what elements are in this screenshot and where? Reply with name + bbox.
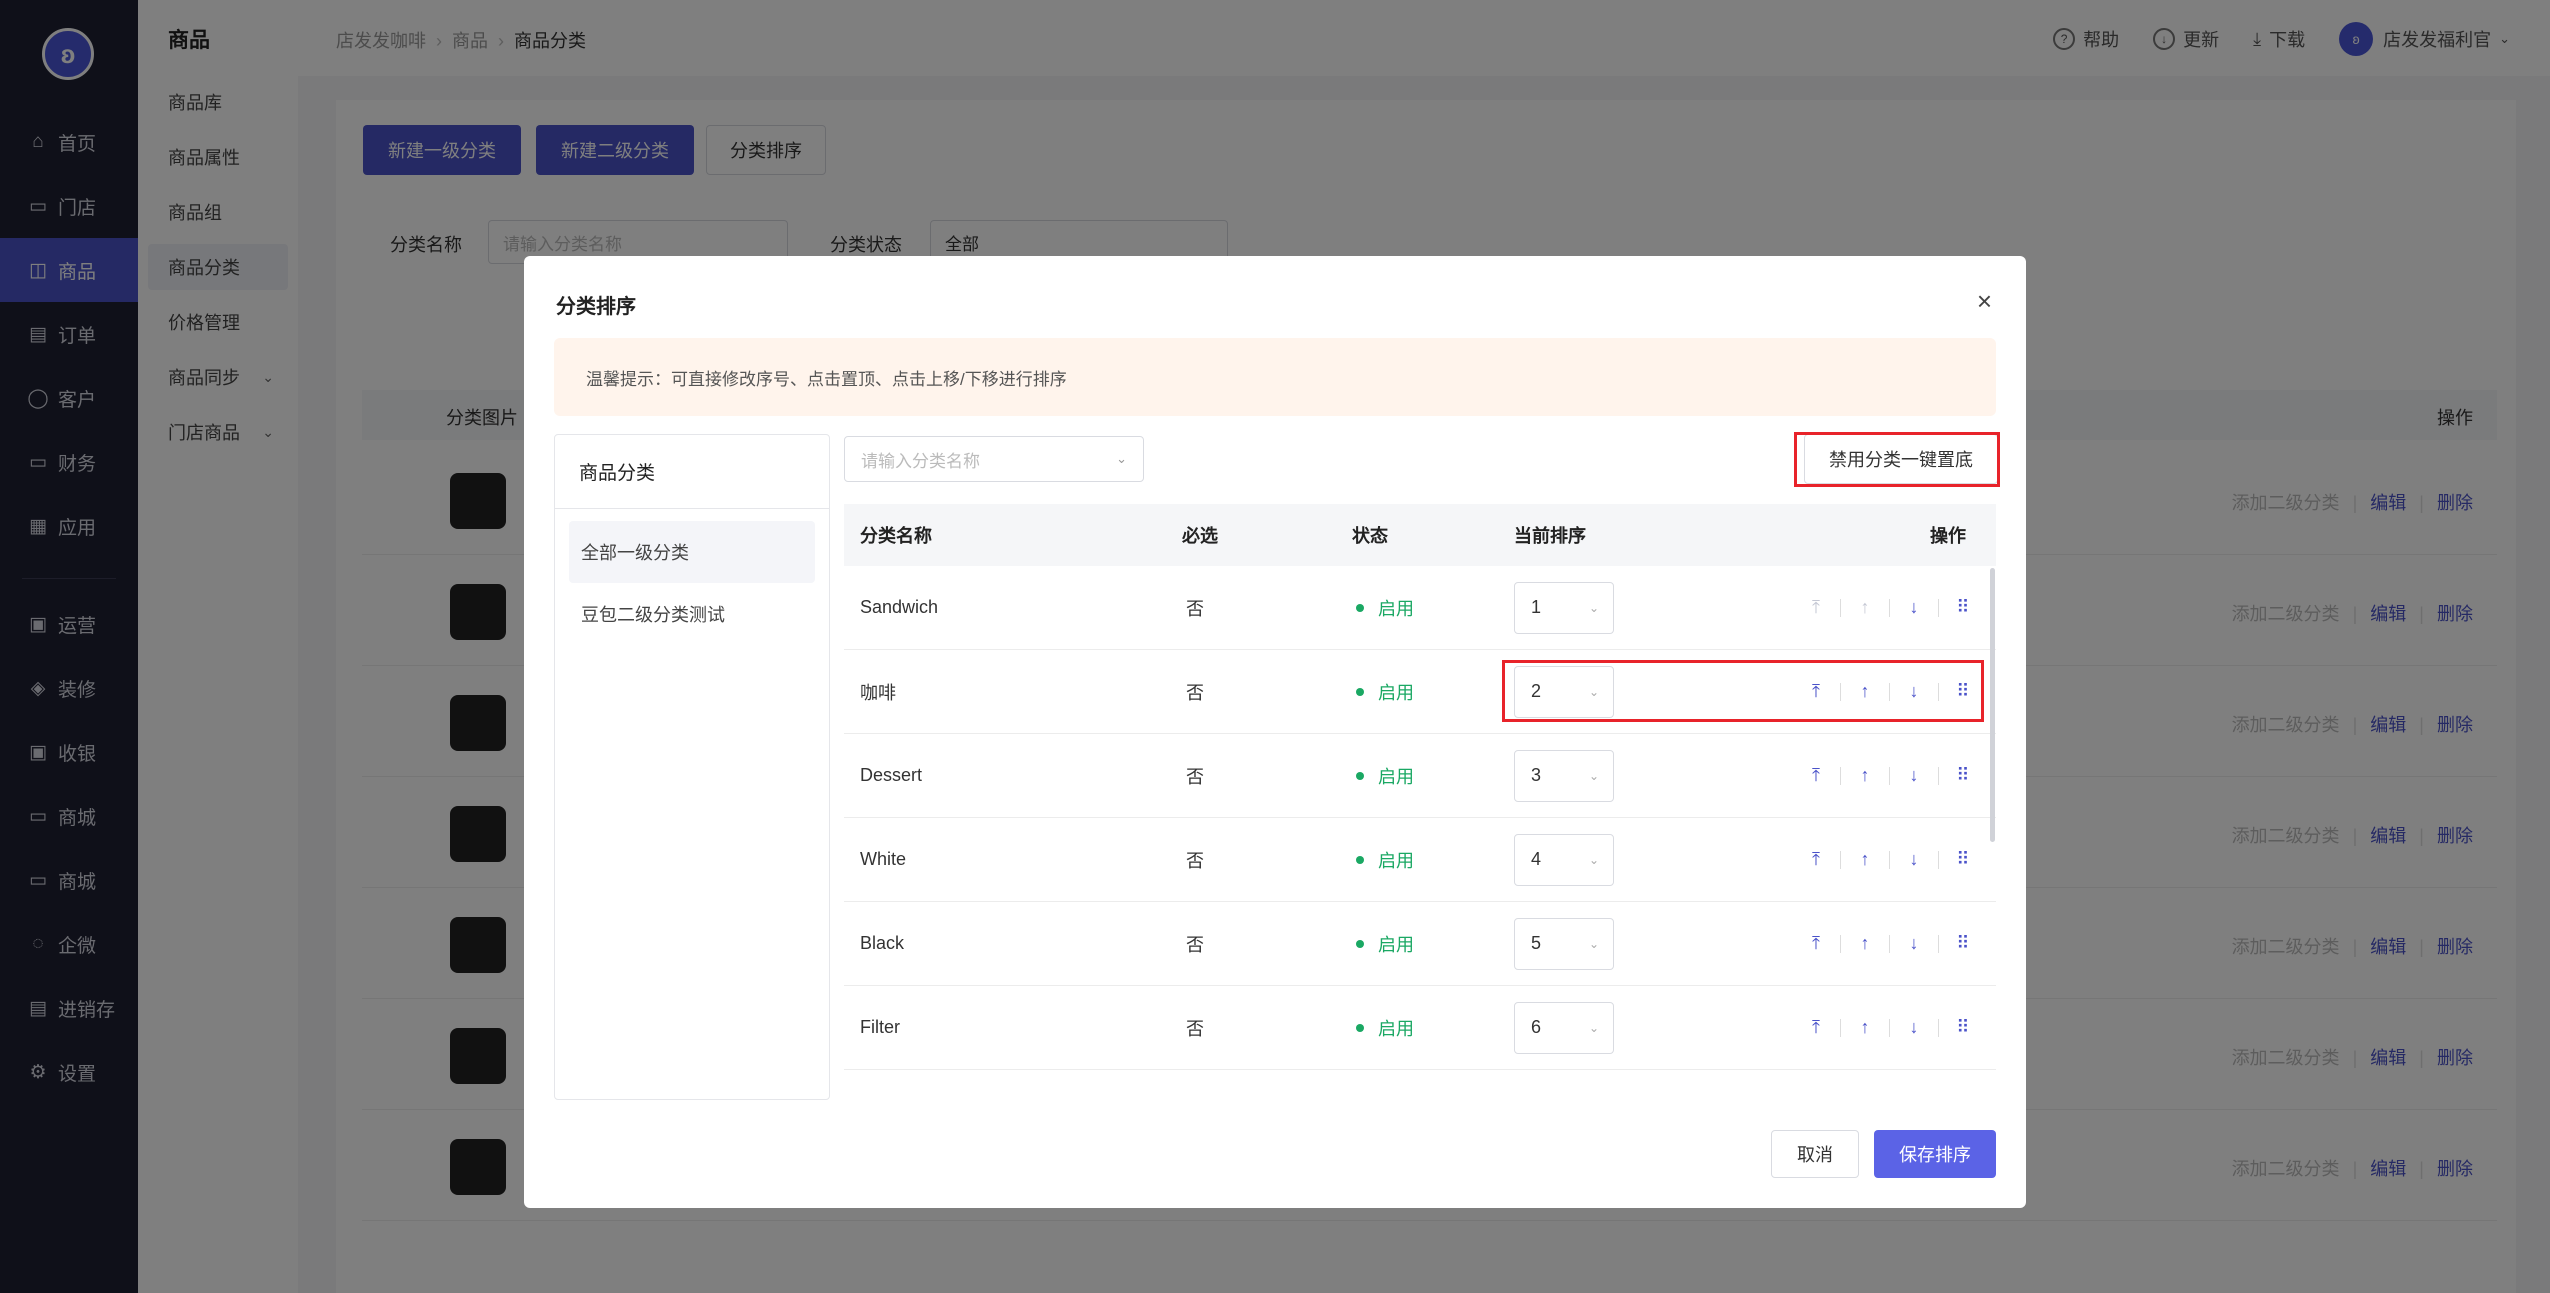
table-row — [844, 1070, 1996, 1098]
col-status: 状态 — [1352, 526, 1388, 546]
category-search-select[interactable]: 请输入分类名称 ⌄ — [844, 436, 1144, 482]
category-item-level2-test[interactable]: 豆包二级分类测试 — [569, 583, 815, 645]
sort-table-header: 分类名称 必选 状态 当前排序 操作 — [844, 504, 1996, 566]
status-badge: 启用 — [1356, 986, 1414, 1069]
drag-handle-icon[interactable]: ⠿ — [1952, 933, 1974, 955]
status-badge: 启用 — [1356, 650, 1414, 733]
row-required: 否 — [1186, 850, 1204, 871]
row-required: 否 — [1186, 682, 1204, 703]
col-name: 分类名称 — [860, 526, 932, 546]
col-order: 当前排序 — [1514, 526, 1586, 546]
sort-modal: 分类排序 × 温馨提示：可直接修改序号、点击置顶、点击上移/下移进行排序 商品分… — [524, 256, 2026, 1208]
arrow-down-icon[interactable]: ↓ — [1903, 765, 1925, 787]
row-name: Sandwich — [860, 597, 939, 617]
arrow-up-icon[interactable]: ↑ — [1854, 849, 1876, 871]
row-required: 否 — [1186, 934, 1204, 955]
category-panel-title: 商品分类 — [555, 435, 829, 509]
status-badge: 启用 — [1356, 902, 1414, 985]
table-row: Sandwich 否 启用 1 ⌄ ⤒ ↑ ↓ ⠿ — [844, 566, 1996, 650]
chevron-down-icon: ⌄ — [1588, 600, 1599, 615]
col-required: 必选 — [1182, 526, 1218, 546]
order-select[interactable]: 6 ⌄ — [1514, 1001, 1614, 1054]
modal-title: 分类排序 — [556, 296, 636, 318]
table-row: Filter 否 启用 6 ⌄ ⤒ ↑ ↓ ⠿ — [844, 986, 1996, 1070]
category-item-all-level1[interactable]: 全部一级分类 — [569, 521, 815, 583]
drag-handle-icon[interactable]: ⠿ — [1952, 1017, 1974, 1039]
drag-handle-icon[interactable]: ⠿ — [1952, 597, 1974, 619]
tip-banner: 温馨提示：可直接修改序号、点击置顶、点击上移/下移进行排序 — [554, 338, 1996, 416]
row-required: 否 — [1186, 1018, 1204, 1039]
chevron-down-icon: ⌄ — [1588, 936, 1599, 951]
row-required: 否 — [1186, 766, 1204, 787]
move-top-icon[interactable]: ⤒ — [1805, 1017, 1827, 1039]
table-row: White 否 启用 4 ⌄ ⤒ ↑ ↓ ⠿ — [844, 818, 1996, 902]
arrow-down-icon[interactable]: ↓ — [1903, 597, 1925, 619]
table-scrollbar[interactable] — [1990, 568, 1995, 842]
move-top-icon[interactable]: ⤒ — [1805, 765, 1827, 787]
save-sort-button[interactable]: 保存排序 — [1874, 1130, 1996, 1178]
chevron-down-icon: ⌄ — [1588, 768, 1599, 783]
row-name: Dessert — [860, 765, 923, 785]
move-top-icon[interactable]: ⤒ — [1805, 933, 1827, 955]
table-row: Dessert 否 启用 3 ⌄ ⤒ ↑ ↓ ⠿ — [844, 734, 1996, 818]
arrow-up-icon[interactable]: ↑ — [1854, 1017, 1876, 1039]
order-select[interactable]: 3 ⌄ — [1514, 749, 1614, 802]
order-select[interactable]: 1 ⌄ — [1514, 581, 1614, 634]
arrow-up-icon[interactable]: ↑ — [1854, 933, 1876, 955]
arrow-up-icon[interactable]: ↑ — [1854, 765, 1876, 787]
arrow-down-icon[interactable]: ↓ — [1903, 1017, 1925, 1039]
move-top-icon[interactable]: ⤒ — [1805, 849, 1827, 871]
cancel-button[interactable]: 取消 — [1771, 1130, 1859, 1178]
close-icon[interactable]: × — [1977, 286, 1992, 317]
row-name: White — [860, 849, 907, 869]
row-name: Filter — [860, 1017, 900, 1037]
order-select[interactable]: 4 ⌄ — [1514, 833, 1614, 886]
status-badge: 启用 — [1356, 818, 1414, 901]
table-row: Black 否 启用 5 ⌄ ⤒ ↑ ↓ ⠿ — [844, 902, 1996, 986]
col-ops: 操作 — [1930, 526, 1966, 546]
arrow-up-icon[interactable]: ↑ — [1854, 597, 1876, 619]
move-top-icon[interactable]: ⤒ — [1805, 597, 1827, 619]
highlight-box — [1502, 660, 1984, 722]
drag-handle-icon[interactable]: ⠿ — [1952, 849, 1974, 871]
drag-handle-icon[interactable]: ⠿ — [1952, 765, 1974, 787]
chevron-down-icon: ⌄ — [1588, 852, 1599, 867]
status-badge: 启用 — [1356, 566, 1414, 649]
order-select[interactable]: 5 ⌄ — [1514, 917, 1614, 970]
row-name: Black — [860, 933, 905, 953]
sort-table: 分类名称 必选 状态 当前排序 操作 Sandwich 否启用 1 ⌄ ⤒ ↑ ↓ ⠿ 咖啡否启… — [844, 504, 1996, 1098]
row-name: 咖啡 — [860, 682, 896, 703]
chevron-down-icon: ⌄ — [1588, 1020, 1599, 1035]
arrow-down-icon[interactable]: ↓ — [1903, 933, 1925, 955]
chevron-down-icon: ⌄ — [1116, 451, 1127, 466]
status-badge: 启用 — [1356, 734, 1414, 817]
highlight-box — [1794, 432, 2000, 487]
category-panel: 商品分类 全部一级分类 豆包二级分类测试 — [554, 434, 830, 1100]
arrow-down-icon[interactable]: ↓ — [1903, 849, 1925, 871]
row-required: 否 — [1186, 598, 1204, 619]
